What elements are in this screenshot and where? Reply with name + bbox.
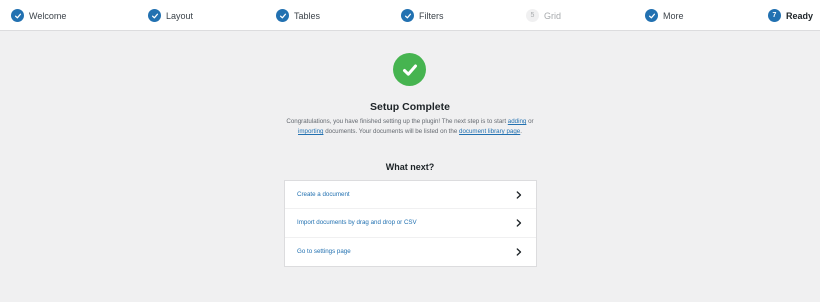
step-label: Ready	[786, 10, 814, 21]
step-more[interactable]: More	[645, 8, 684, 23]
chevron-right-icon	[516, 219, 522, 227]
description-text: or	[528, 118, 534, 125]
description-text: Congratulations, you have finished setti…	[286, 118, 507, 125]
description-text: documents. Your documents will be listed…	[325, 128, 458, 135]
next-steps-list: Create a document Import documents by dr…	[284, 180, 537, 267]
check-icon	[148, 9, 161, 22]
step-layout[interactable]: Layout	[148, 8, 193, 23]
step-label: More	[663, 10, 684, 21]
check-icon	[11, 9, 24, 22]
description-text: .	[520, 128, 522, 135]
check-icon	[645, 9, 658, 22]
step-grid: 5 Grid	[526, 8, 561, 23]
step-label: Layout	[166, 10, 194, 21]
step-number-badge: 5	[526, 9, 539, 22]
document-library-link[interactable]: document library page	[459, 128, 520, 135]
check-icon	[401, 9, 414, 22]
setup-complete-panel: Setup Complete Congratulations, you have…	[0, 31, 820, 302]
page-title: Setup Complete	[370, 101, 450, 113]
step-label: Tables	[294, 10, 321, 21]
step-label: Grid	[544, 10, 562, 21]
completion-description: Congratulations, you have finished setti…	[280, 117, 540, 137]
checkmark-circle-icon	[393, 53, 426, 86]
step-tables[interactable]: Tables	[276, 8, 320, 23]
step-number-badge: 7	[768, 9, 781, 22]
step-number: 7	[772, 12, 777, 19]
create-document-option[interactable]: Create a document	[285, 181, 536, 210]
option-label: Create a document	[297, 191, 350, 199]
setup-wizard-steps: Welcome Layout Tables Filters 5 Grid Mor…	[0, 0, 820, 31]
adding-link[interactable]: adding	[508, 118, 527, 125]
import-documents-option[interactable]: Import documents by drag and drop or CSV	[285, 209, 536, 238]
step-label: Welcome	[29, 10, 67, 21]
step-welcome[interactable]: Welcome	[11, 8, 66, 23]
chevron-right-icon	[516, 248, 522, 256]
step-filters[interactable]: Filters	[401, 8, 444, 23]
option-label: Go to settings page	[297, 248, 351, 256]
chevron-right-icon	[516, 190, 522, 199]
step-number: 5	[530, 12, 535, 19]
step-ready: 7 Ready	[768, 8, 813, 23]
option-label: Import documents by drag and drop or CSV	[297, 219, 417, 227]
check-icon	[276, 9, 289, 22]
section-heading: What next?	[385, 162, 435, 172]
step-label: Filters	[419, 10, 444, 21]
importing-link[interactable]: importing	[298, 128, 323, 135]
settings-page-option[interactable]: Go to settings page	[285, 238, 536, 266]
